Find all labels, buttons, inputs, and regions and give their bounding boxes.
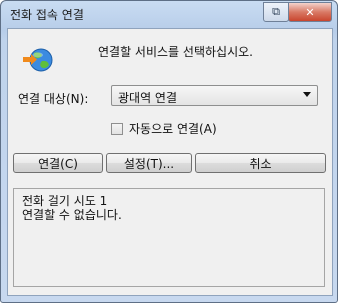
dialog-body: 연결할 서비스를 선택하십시오. 연결 대상(N): 광대역 연결 자동으로 연… bbox=[7, 28, 333, 296]
dial-up-connection-window: 전화 접속 연결 ⧉ ✕ 연결할 서비스를 선택하십시오. 연결 대상(N): … bbox=[0, 0, 338, 303]
connect-target-value: 광대역 연결 bbox=[118, 91, 178, 105]
close-icon: ✕ bbox=[305, 5, 315, 19]
status-box: 전화 걸기 시도 1 연결할 수 없습니다. bbox=[13, 188, 325, 287]
cancel-button[interactable]: 취소 bbox=[195, 153, 326, 173]
title-bar-buttons: ⧉ ✕ bbox=[263, 2, 332, 22]
status-line-error: 연결할 수 없습니다. bbox=[22, 208, 122, 222]
title-bar[interactable]: 전화 접속 연결 ⧉ ✕ bbox=[1, 1, 337, 27]
auto-connect-checkbox[interactable] bbox=[111, 122, 123, 135]
restore-button[interactable]: ⧉ bbox=[263, 2, 289, 22]
auto-connect-option[interactable]: 자동으로 연결(A) bbox=[111, 120, 217, 137]
instruction-text: 연결할 서비스를 선택하십시오. bbox=[98, 45, 253, 59]
network-globe-icon bbox=[23, 48, 53, 72]
connect-button[interactable]: 연결(C) bbox=[13, 153, 103, 173]
close-button[interactable]: ✕ bbox=[288, 2, 332, 22]
restore-icon: ⧉ bbox=[272, 5, 280, 18]
chevron-down-icon bbox=[303, 92, 311, 97]
connect-target-label: 연결 대상(N): bbox=[18, 92, 89, 106]
window-title: 전화 접속 연결 bbox=[10, 8, 84, 22]
settings-button[interactable]: 설정(T)... bbox=[106, 153, 192, 173]
connect-target-dropdown[interactable]: 광대역 연결 bbox=[111, 85, 318, 106]
auto-connect-label[interactable]: 자동으로 연결(A) bbox=[129, 120, 217, 137]
